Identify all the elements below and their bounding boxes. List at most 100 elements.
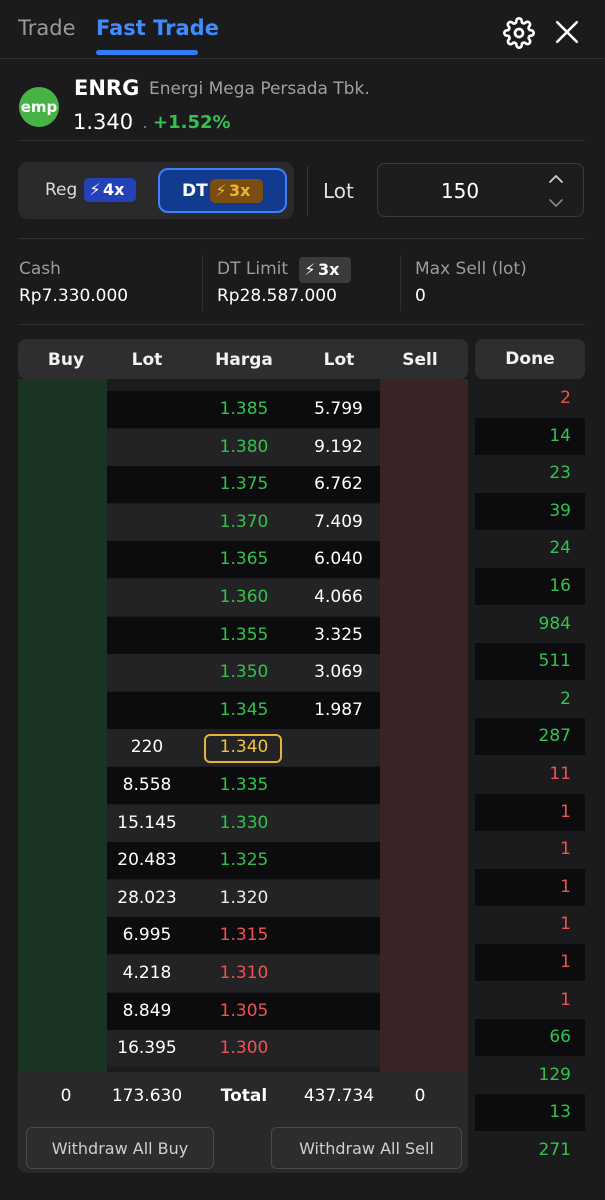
gear-icon[interactable] [503, 17, 535, 49]
done-row: 2 [475, 380, 585, 417]
lightning-icon: ⚡︎ [215, 181, 227, 200]
withdraw-all-buy-button[interactable]: Withdraw All Buy [26, 1127, 214, 1169]
stock-logo: emp [19, 87, 59, 127]
price-cell[interactable]: 1.340 [204, 729, 284, 766]
orderbook-header: Buy Lot Harga Lot Sell [18, 339, 468, 379]
table-row: 1.370 7.409 [107, 503, 380, 541]
table-row: 1.380 9.192 [107, 428, 380, 466]
price-cell[interactable]: 1.365 [204, 541, 284, 578]
price-cell[interactable]: 1.355 [204, 617, 284, 654]
price-cell[interactable]: 1.330 [204, 805, 284, 842]
done-row: 1 [475, 981, 585, 1019]
withdraw-all-sell-button[interactable]: Withdraw All Sell [271, 1127, 462, 1169]
price-cell[interactable]: 1.300 [204, 1030, 284, 1067]
price-cell[interactable]: 1.310 [204, 955, 284, 992]
dt-limit-badge-text: 3x [318, 260, 340, 279]
cash-label: Cash [19, 259, 61, 279]
tab-trade[interactable]: Trade [18, 16, 76, 40]
price-cell[interactable]: 1.370 [204, 504, 284, 541]
header-done: Done [475, 339, 585, 379]
price-cell[interactable]: 1.385 [204, 391, 284, 428]
done-value: 2 [560, 388, 571, 408]
offer-lot-cell[interactable]: 3.069 [297, 654, 380, 691]
max-sell-value: 0 [415, 286, 426, 306]
price-cell[interactable]: 1.320 [204, 880, 284, 917]
bid-lot-cell[interactable]: 15.145 [107, 805, 187, 842]
dt-mode-button[interactable]: DT ⚡︎ 3x [158, 168, 287, 213]
table-row: 6.995 1.315 [107, 917, 380, 955]
offer-lot-cell[interactable]: 3.325 [297, 617, 380, 654]
offer-lot-cell[interactable]: 1.987 [297, 692, 380, 729]
header-bid-lot: Lot [131, 350, 163, 370]
done-value: 16 [549, 576, 571, 596]
last-price: 1.340 [73, 110, 134, 134]
header-sell: Sell [402, 350, 438, 370]
price-cell[interactable]: 1.325 [204, 842, 284, 879]
table-row: 16.395 1.300 [107, 1030, 380, 1068]
done-row: 24 [475, 530, 585, 568]
done-value: 11 [549, 764, 571, 784]
done-row: 271 [475, 1132, 585, 1169]
done-row: 1 [475, 868, 585, 906]
done-value: 14 [549, 425, 571, 446]
divider [18, 238, 585, 239]
company-name: Energi Mega Persada Tbk. [149, 79, 370, 99]
done-row: 39 [475, 492, 585, 530]
close-icon[interactable] [554, 19, 580, 45]
bid-lot-cell[interactable]: 16.395 [107, 1030, 187, 1067]
reg-mode-button[interactable]: Reg ⚡︎ 4x [26, 168, 148, 213]
offer-lot-cell[interactable]: 5.799 [297, 391, 380, 428]
done-value: 1 [560, 989, 571, 1010]
done-row: 66 [475, 1019, 585, 1057]
total-buy-count: 0 [60, 1086, 72, 1106]
done-row: 1 [475, 831, 585, 869]
bid-lot-cell[interactable]: 6.995 [107, 917, 187, 954]
dt-leverage-text: 3x [229, 181, 251, 200]
dt-limit-value: Rp28.587.000 [217, 286, 337, 306]
offer-lot-cell[interactable]: 9.192 [297, 429, 380, 466]
done-row: 23 [475, 455, 585, 493]
bid-lot-cell[interactable]: 8.849 [107, 993, 187, 1030]
bid-lot-cell[interactable]: 8.558 [107, 767, 187, 804]
price-cell[interactable]: 1.335 [204, 767, 284, 804]
price-cell[interactable]: 1.350 [204, 654, 284, 691]
price-change: +1.52% [153, 112, 231, 133]
price-cell[interactable]: 1.315 [204, 917, 284, 954]
done-row: 984 [475, 605, 585, 643]
bid-lot-cell[interactable]: 28.023 [107, 880, 187, 917]
cash-value: Rp7.330.000 [19, 286, 129, 306]
offer-lot-cell[interactable]: 6.040 [297, 541, 380, 578]
header-offer-lot: Lot [323, 350, 355, 370]
done-value: 1 [560, 801, 571, 822]
offer-lot-cell[interactable]: 6.762 [297, 466, 380, 503]
buy-order-column[interactable] [18, 379, 107, 1072]
price-cell[interactable]: 1.305 [204, 993, 284, 1030]
sell-order-column[interactable] [380, 379, 468, 1072]
active-tab-indicator [96, 50, 198, 55]
bid-lot-cell[interactable]: 4.218 [107, 955, 187, 992]
divider [0, 58, 605, 59]
offer-lot-cell[interactable]: 7.409 [297, 504, 380, 541]
dt-mode-label: DT [182, 181, 208, 201]
done-value: 984 [538, 613, 571, 634]
done-value: 23 [549, 463, 571, 484]
chevron-up-icon[interactable] [546, 170, 566, 188]
price-cell[interactable]: 1.345 [204, 692, 284, 729]
lot-input[interactable] [378, 164, 542, 218]
done-value: 1 [560, 876, 571, 897]
header-price: Harga [215, 350, 273, 370]
price-cell[interactable]: 1.360 [204, 579, 284, 616]
offer-lot-cell[interactable]: 4.066 [297, 579, 380, 616]
chevron-down-icon[interactable] [546, 194, 566, 212]
tab-fast-trade[interactable]: Fast Trade [96, 16, 219, 40]
lightning-icon: ⚡︎ [304, 260, 316, 279]
price-cell[interactable]: 1.375 [204, 466, 284, 503]
price-cell[interactable]: 1.380 [204, 429, 284, 466]
divider [18, 324, 585, 325]
bid-lot-cell[interactable]: 20.483 [107, 842, 187, 879]
done-value: 1 [560, 839, 571, 860]
bid-lot-cell[interactable]: 220 [107, 729, 187, 766]
total-offer-lot: 437.734 [303, 1086, 375, 1106]
done-value: 129 [538, 1064, 571, 1085]
lot-stepper [377, 163, 584, 218]
